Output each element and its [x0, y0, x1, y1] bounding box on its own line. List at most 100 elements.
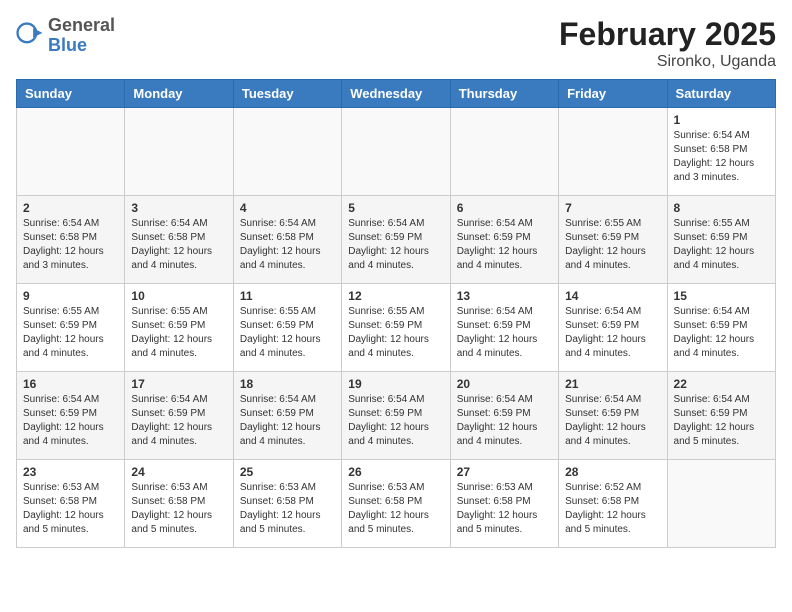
calendar-cell: 26 Sunrise: 6:53 AM Sunset: 6:58 PM Dayli… [342, 460, 450, 548]
calendar-cell: 3Sunrise: 6:54 AM Sunset: 6:58 PM Daylig… [125, 196, 233, 284]
weekday-header-thursday: Thursday [450, 80, 558, 108]
day-info: Sunrise: 6:54 AM Sunset: 6:59 PM Dayligh… [565, 393, 660, 449]
calendar-title: February 2025 [559, 16, 776, 53]
day-info: Sunrise: 6:54 AM Sunset: 6:59 PM Dayligh… [457, 217, 552, 273]
day-info: Sunrise: 6:53 AM Sunset: 6:58 PM Dayligh… [348, 481, 443, 537]
calendar-cell: 6 Sunrise: 6:54 AM Sunset: 6:59 PM Daylig… [450, 196, 558, 284]
logo-general-label: General [48, 16, 115, 36]
day-info: Sunrise: 6:53 AM Sunset: 6:58 PM Dayligh… [23, 481, 118, 537]
day-number: 4 [240, 201, 335, 215]
day-number: 8 [674, 201, 769, 215]
day-number: 18 [240, 377, 335, 391]
day-info: Sunrise: 6:54 AM Sunset: 6:58 PM Dayligh… [674, 129, 769, 185]
weekday-header-wednesday: Wednesday [342, 80, 450, 108]
week-row-5: 23 Sunrise: 6:53 AM Sunset: 6:58 PM Dayli… [17, 460, 776, 548]
calendar-cell [450, 108, 558, 196]
calendar-cell [233, 108, 341, 196]
calendar-cell [559, 108, 667, 196]
day-info: Sunrise: 6:55 AM Sunset: 6:59 PM Dayligh… [240, 305, 335, 361]
week-row-1: 1 Sunrise: 6:54 AM Sunset: 6:58 PM Daylig… [17, 108, 776, 196]
calendar-cell: 20 Sunrise: 6:54 AM Sunset: 6:59 PM Dayli… [450, 372, 558, 460]
day-info: Sunrise: 6:54 AM Sunset: 6:59 PM Dayligh… [674, 393, 769, 449]
day-info: Sunrise: 6:54 AM Sunset: 6:59 PM Dayligh… [23, 393, 118, 449]
day-info: Sunrise: 6:54 AM Sunset: 6:59 PM Dayligh… [674, 305, 769, 361]
page-header: General Blue February 2025 Sironko, Ugan… [16, 16, 776, 71]
calendar-cell [342, 108, 450, 196]
day-number: 27 [457, 465, 552, 479]
day-number: 26 [348, 465, 443, 479]
calendar-cell: 2 Sunrise: 6:54 AM Sunset: 6:58 PM Daylig… [17, 196, 125, 284]
calendar-cell [125, 108, 233, 196]
calendar-cell: 10 Sunrise: 6:55 AM Sunset: 6:59 PM Dayli… [125, 284, 233, 372]
day-info: Sunrise: 6:53 AM Sunset: 6:58 PM Dayligh… [131, 481, 226, 537]
weekday-header-tuesday: Tuesday [233, 80, 341, 108]
calendar-cell: 9Sunrise: 6:55 AM Sunset: 6:59 PM Daylig… [17, 284, 125, 372]
logo-text: General Blue [48, 16, 115, 56]
calendar-cell: 19 Sunrise: 6:54 AM Sunset: 6:59 PM Dayli… [342, 372, 450, 460]
calendar-cell: 7 Sunrise: 6:55 AM Sunset: 6:59 PM Daylig… [559, 196, 667, 284]
day-info: Sunrise: 6:53 AM Sunset: 6:58 PM Dayligh… [457, 481, 552, 537]
calendar-cell: 14Sunrise: 6:54 AM Sunset: 6:59 PM Dayli… [559, 284, 667, 372]
day-number: 13 [457, 289, 552, 303]
day-number: 10 [131, 289, 226, 303]
day-info: Sunrise: 6:54 AM Sunset: 6:58 PM Dayligh… [23, 217, 118, 273]
logo-blue-label: Blue [48, 36, 115, 56]
calendar-cell: 13 Sunrise: 6:54 AM Sunset: 6:59 PM Dayli… [450, 284, 558, 372]
day-number: 20 [457, 377, 552, 391]
day-info: Sunrise: 6:54 AM Sunset: 6:59 PM Dayligh… [348, 217, 443, 273]
day-info: Sunrise: 6:54 AM Sunset: 6:58 PM Dayligh… [131, 217, 226, 273]
logo: General Blue [16, 16, 115, 56]
day-number: 12 [348, 289, 443, 303]
day-number: 21 [565, 377, 660, 391]
weekday-header-row: SundayMondayTuesdayWednesdayThursdayFrid… [17, 80, 776, 108]
day-number: 23 [23, 465, 118, 479]
calendar-cell [17, 108, 125, 196]
calendar-cell: 18Sunrise: 6:54 AM Sunset: 6:59 PM Dayli… [233, 372, 341, 460]
title-block: February 2025 Sironko, Uganda [559, 16, 776, 71]
day-info: Sunrise: 6:55 AM Sunset: 6:59 PM Dayligh… [674, 217, 769, 273]
calendar-cell: 28 Sunrise: 6:52 AM Sunset: 6:58 PM Dayli… [559, 460, 667, 548]
day-number: 7 [565, 201, 660, 215]
weekday-header-sunday: Sunday [17, 80, 125, 108]
day-number: 22 [674, 377, 769, 391]
calendar-table: SundayMondayTuesdayWednesdayThursdayFrid… [16, 79, 776, 548]
calendar-cell: 15 Sunrise: 6:54 AM Sunset: 6:59 PM Dayli… [667, 284, 775, 372]
weekday-header-saturday: Saturday [667, 80, 775, 108]
week-row-3: 9Sunrise: 6:55 AM Sunset: 6:59 PM Daylig… [17, 284, 776, 372]
day-info: Sunrise: 6:54 AM Sunset: 6:59 PM Dayligh… [457, 393, 552, 449]
day-number: 1 [674, 113, 769, 127]
calendar-cell: 17 Sunrise: 6:54 AM Sunset: 6:59 PM Dayli… [125, 372, 233, 460]
day-info: Sunrise: 6:54 AM Sunset: 6:59 PM Dayligh… [565, 305, 660, 361]
day-info: Sunrise: 6:54 AM Sunset: 6:59 PM Dayligh… [457, 305, 552, 361]
calendar-cell: 21 Sunrise: 6:54 AM Sunset: 6:59 PM Dayli… [559, 372, 667, 460]
calendar-cell: 4Sunrise: 6:54 AM Sunset: 6:58 PM Daylig… [233, 196, 341, 284]
day-number: 2 [23, 201, 118, 215]
calendar-cell: 1 Sunrise: 6:54 AM Sunset: 6:58 PM Daylig… [667, 108, 775, 196]
day-info: Sunrise: 6:52 AM Sunset: 6:58 PM Dayligh… [565, 481, 660, 537]
week-row-2: 2 Sunrise: 6:54 AM Sunset: 6:58 PM Daylig… [17, 196, 776, 284]
calendar-cell: 27 Sunrise: 6:53 AM Sunset: 6:58 PM Dayli… [450, 460, 558, 548]
day-info: Sunrise: 6:55 AM Sunset: 6:59 PM Dayligh… [565, 217, 660, 273]
day-number: 6 [457, 201, 552, 215]
weekday-header-monday: Monday [125, 80, 233, 108]
calendar-cell [667, 460, 775, 548]
calendar-cell: 22 Sunrise: 6:54 AM Sunset: 6:59 PM Dayli… [667, 372, 775, 460]
day-number: 24 [131, 465, 226, 479]
day-info: Sunrise: 6:54 AM Sunset: 6:59 PM Dayligh… [131, 393, 226, 449]
day-info: Sunrise: 6:54 AM Sunset: 6:59 PM Dayligh… [348, 393, 443, 449]
calendar-cell: 16 Sunrise: 6:54 AM Sunset: 6:59 PM Dayli… [17, 372, 125, 460]
calendar-cell: 11 Sunrise: 6:55 AM Sunset: 6:59 PM Dayli… [233, 284, 341, 372]
calendar-cell: 8 Sunrise: 6:55 AM Sunset: 6:59 PM Daylig… [667, 196, 775, 284]
day-number: 5 [348, 201, 443, 215]
day-number: 11 [240, 289, 335, 303]
calendar-cell: 5 Sunrise: 6:54 AM Sunset: 6:59 PM Daylig… [342, 196, 450, 284]
day-number: 28 [565, 465, 660, 479]
weekday-header-friday: Friday [559, 80, 667, 108]
day-number: 16 [23, 377, 118, 391]
calendar-cell: 24 Sunrise: 6:53 AM Sunset: 6:58 PM Dayli… [125, 460, 233, 548]
day-number: 17 [131, 377, 226, 391]
week-row-4: 16 Sunrise: 6:54 AM Sunset: 6:59 PM Dayli… [17, 372, 776, 460]
day-info: Sunrise: 6:55 AM Sunset: 6:59 PM Dayligh… [131, 305, 226, 361]
day-number: 15 [674, 289, 769, 303]
day-number: 19 [348, 377, 443, 391]
